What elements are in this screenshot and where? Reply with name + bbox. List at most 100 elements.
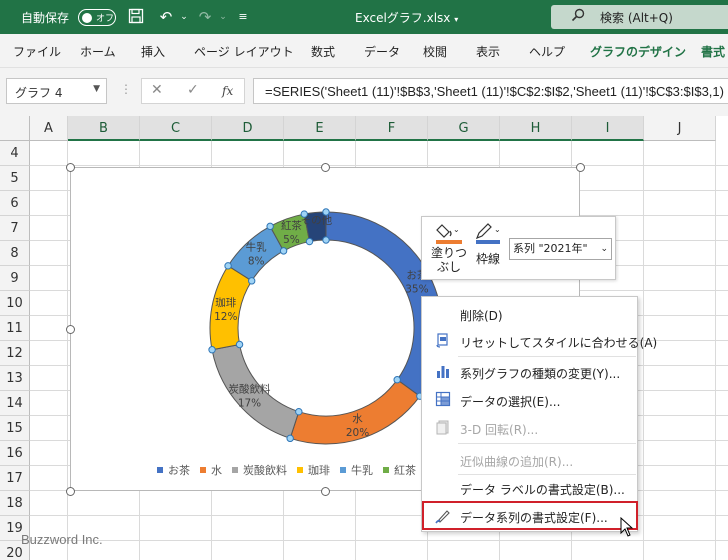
tab-chart-design[interactable]: グラフのデザイン [590, 43, 686, 60]
enter-icon[interactable]: ✓ [187, 82, 199, 98]
data-label-name[interactable]: 珈琲 [215, 296, 236, 309]
row-header-15[interactable]: 15 [0, 416, 30, 441]
point-handle[interactable] [322, 236, 330, 244]
column-header-c[interactable]: C [140, 116, 212, 141]
search-box[interactable]: 検索 (Alt+Q) [551, 5, 728, 29]
menu-item-format-data-labels[interactable]: データ ラベルの書式設定(B)... [422, 475, 637, 501]
row-header-12[interactable]: 12 [0, 341, 30, 366]
data-label-name[interactable]: 炭酸飲料 [228, 382, 270, 395]
autosave-toggle[interactable]: オフ [78, 9, 116, 26]
point-handle[interactable] [208, 346, 216, 354]
menu-item-add-trendline[interactable]: 近似曲線の追加(R)... [422, 447, 637, 473]
row-header-6[interactable]: 6 [0, 191, 30, 216]
cancel-icon[interactable]: ✕ [151, 82, 163, 98]
point-handle[interactable] [322, 208, 330, 216]
point-handle[interactable] [305, 237, 314, 246]
column-header-d[interactable]: D [212, 116, 284, 141]
resize-handle[interactable] [576, 163, 585, 172]
save-icon[interactable] [127, 8, 145, 26]
row-header-4[interactable]: 4 [0, 141, 30, 166]
resize-handle[interactable] [66, 487, 75, 496]
tab-view[interactable]: 表示 [476, 43, 500, 60]
data-label-percent[interactable]: 20% [346, 427, 369, 439]
redo-dropdown-icon[interactable]: ⌄ [214, 8, 232, 26]
row-header-5[interactable]: 5 [0, 166, 30, 191]
redo-icon[interactable]: ↷ [196, 8, 214, 26]
menu-item-reset-style[interactable]: リセットしてスタイルに合わせる(A) [422, 328, 657, 354]
row-header-16[interactable]: 16 [0, 441, 30, 466]
formula-input[interactable]: =SERIES('Sheet1 (11)'!$B$3,'Sheet1 (11)'… [253, 78, 728, 104]
legend-item[interactable]: 水 [200, 464, 222, 477]
row-header-10[interactable]: 10 [0, 291, 30, 316]
customize-toolbar-icon[interactable]: ≡ [234, 8, 252, 26]
resize-handle[interactable] [66, 325, 75, 334]
row-header-17[interactable]: 17 [0, 466, 30, 491]
menu-item-change-chart-type[interactable]: 系列グラフの種類の変更(Y)... [422, 359, 637, 385]
column-header-i[interactable]: I [572, 116, 644, 141]
data-label-percent[interactable]: 8% [248, 256, 265, 268]
menu-item-3d-rotation[interactable]: 3-D 回転(R)... [422, 415, 637, 441]
select-all-corner[interactable] [0, 116, 30, 141]
name-box[interactable]: グラフ 4 ▼ [6, 78, 107, 104]
data-label-name[interactable]: 紅茶 [281, 219, 302, 232]
chart-legend[interactable]: お茶 水 炭酸飲料 珈琲 牛乳 紅茶 [157, 462, 426, 478]
tab-formulas[interactable]: 数式 [311, 43, 335, 60]
tab-review[interactable]: 校閲 [423, 43, 447, 60]
tab-page-layout[interactable]: ページ レイアウト [194, 43, 294, 60]
column-header-e[interactable]: E [284, 116, 356, 141]
resize-handle[interactable] [321, 163, 330, 172]
point-handle[interactable] [286, 434, 294, 443]
row-header-13[interactable]: 13 [0, 366, 30, 391]
column-header-b[interactable]: B [68, 116, 140, 141]
menu-item-select-data[interactable]: データの選択(E)... [422, 387, 637, 413]
file-name[interactable]: Excelグラフ.xlsx ▾ [355, 9, 458, 26]
point-handle[interactable] [235, 340, 244, 349]
tab-home[interactable]: ホーム [80, 43, 116, 60]
data-label-percent[interactable]: 5% [283, 234, 300, 246]
point-handle[interactable] [393, 376, 401, 384]
tab-file[interactable]: ファイル [13, 43, 61, 60]
row-header-7[interactable]: 7 [0, 216, 30, 241]
outline-button[interactable]: ⌄ 枠線 [471, 222, 505, 267]
column-header-g[interactable]: G [428, 116, 500, 141]
tab-insert[interactable]: 挿入 [141, 43, 165, 60]
column-header-a[interactable]: A [30, 116, 68, 141]
data-label-name[interactable]: 水 [352, 413, 363, 425]
data-label-percent[interactable]: 35% [405, 284, 428, 296]
column-header-j[interactable]: J [644, 116, 716, 141]
legend-item[interactable]: 珈琲 [297, 464, 330, 477]
fill-button[interactable]: ⌄ 塗りつ ぶし [429, 222, 469, 274]
row-header-14[interactable]: 14 [0, 391, 30, 416]
row-header-18[interactable]: 18 [0, 491, 30, 516]
series-select[interactable]: 系列 "2021年" ⌄ [509, 238, 612, 260]
menu-item-format-data-series[interactable]: データ系列の書式設定(F)... [422, 501, 638, 530]
tab-help[interactable]: ヘルプ [529, 43, 565, 60]
undo-dropdown-icon[interactable]: ⌄ [175, 8, 193, 26]
point-handle[interactable] [295, 407, 303, 416]
chevron-down-icon[interactable]: ▼ [93, 84, 100, 94]
point-handle[interactable] [247, 277, 256, 285]
point-handle[interactable] [266, 222, 274, 231]
insert-function-icon[interactable]: fx [222, 84, 233, 98]
legend-item[interactable]: 牛乳 [340, 464, 373, 477]
row-header-9[interactable]: 9 [0, 266, 30, 291]
data-label-name[interactable]: 牛乳 [246, 241, 267, 254]
legend-item[interactable]: 炭酸飲料 [232, 464, 287, 477]
data-label-percent[interactable]: 17% [238, 397, 261, 409]
resize-handle[interactable] [321, 487, 330, 496]
column-header-f[interactable]: F [356, 116, 428, 141]
legend-item[interactable]: お茶 [157, 464, 190, 477]
legend-item[interactable]: 紅茶 [383, 464, 416, 477]
resize-handle[interactable] [66, 163, 75, 172]
column-header-h[interactable]: H [500, 116, 572, 141]
menu-item-delete[interactable]: 削除(D) [422, 301, 637, 327]
tab-data[interactable]: データ [364, 43, 400, 60]
data-label-percent[interactable]: 12% [214, 311, 237, 323]
point-handle[interactable] [224, 262, 232, 270]
row-header-8[interactable]: 8 [0, 241, 30, 266]
point-handle[interactable] [300, 210, 308, 218]
row-header-11[interactable]: 11 [0, 316, 30, 341]
tab-format[interactable]: 書式 [701, 43, 725, 60]
point-handle[interactable] [279, 247, 288, 255]
undo-icon[interactable]: ↶ [157, 8, 175, 26]
